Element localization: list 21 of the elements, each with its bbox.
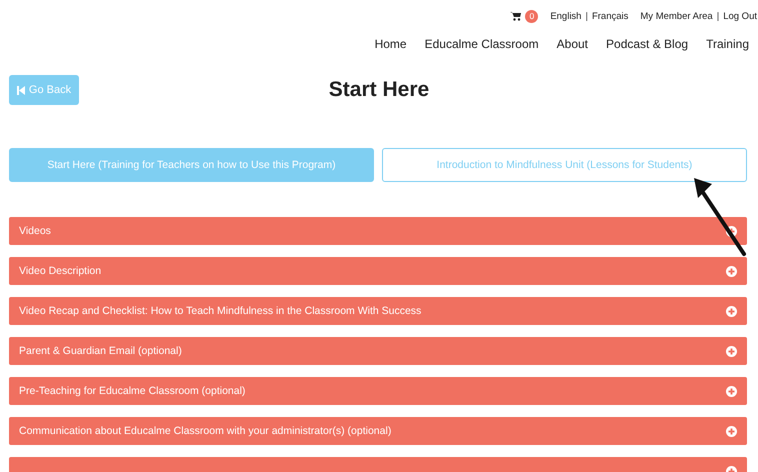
- cart-count: 0: [525, 10, 538, 22]
- plus-circle-icon: [726, 306, 737, 316]
- nav-link[interactable]: Training: [706, 37, 749, 51]
- page-title: Start Here: [328, 78, 430, 102]
- cart-icon[interactable]: [510, 11, 522, 21]
- plus-circle-icon: [726, 226, 737, 236]
- plus-circle-icon: [726, 266, 737, 276]
- skip-back-icon: [16, 86, 25, 94]
- nav-link[interactable]: About: [556, 37, 588, 51]
- account-link[interactable]: My Member Area: [640, 10, 713, 22]
- nav-link[interactable]: Educalme Classroom: [424, 37, 539, 51]
- language-link[interactable]: Français: [592, 10, 628, 22]
- nav-link[interactable]: Podcast & Blog: [606, 37, 688, 51]
- plus-circle-icon: [726, 346, 737, 356]
- plus-circle-icon: [726, 386, 737, 396]
- account-link[interactable]: Log Out: [723, 10, 757, 22]
- plus-circle-icon: [726, 426, 737, 436]
- separator: |: [585, 10, 588, 22]
- nav-link[interactable]: Home: [374, 37, 407, 51]
- language-link[interactable]: English: [550, 10, 582, 22]
- separator: |: [716, 10, 720, 22]
